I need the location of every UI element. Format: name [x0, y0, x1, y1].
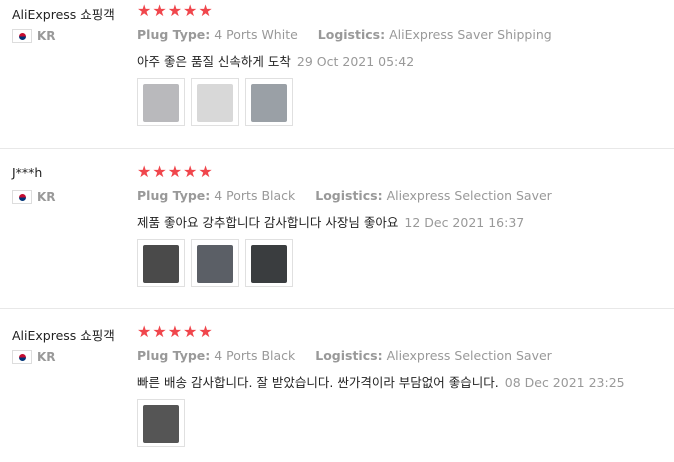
- review-item: J***h KR ★★★★★ Plug Type: 4 Ports Black …: [0, 148, 674, 309]
- kr-flag-icon: [12, 29, 32, 43]
- star-rating: ★★★★★: [137, 162, 214, 181]
- star-rating: ★★★★★: [137, 1, 214, 20]
- review-date: 12 Dec 2021 16:37: [404, 215, 525, 230]
- review-body: 아주 좋은 품질 신속하게 도착: [137, 54, 291, 69]
- review-text: 빠른 배송 감사합니다. 잘 받았습니다. 싼가격이라 부담없어 좋습니다. 08…: [137, 372, 625, 391]
- review-text: 제품 좋아요 강추합니다 감사합니다 사장님 좋아요 12 Dec 2021 16…: [137, 212, 524, 231]
- plug-type-label: Plug Type:: [137, 27, 211, 42]
- review-date: 08 Dec 2021 23:25: [504, 375, 625, 390]
- reviewer-name: AliExpress 쇼핑객: [12, 7, 115, 22]
- review-body: 제품 좋아요 강추합니다 감사합니다 사장님 좋아요: [137, 215, 399, 230]
- country-code: KR: [37, 350, 56, 364]
- review-text: 아주 좋은 품질 신속하게 도착 29 Oct 2021 05:42: [137, 51, 414, 70]
- review-attributes: Plug Type: 4 Ports Black Logistics: Alie…: [137, 188, 552, 203]
- country-code: KR: [37, 29, 56, 43]
- review-photo-thumbnail[interactable]: [137, 239, 185, 287]
- review-photos: [137, 78, 293, 126]
- review-photos: [137, 239, 293, 287]
- review-photo-thumbnail[interactable]: [245, 239, 293, 287]
- kr-flag-icon: [12, 350, 32, 364]
- review-attributes: Plug Type: 4 Ports Black Logistics: Alie…: [137, 348, 552, 363]
- logistics-label: Logistics:: [317, 27, 386, 42]
- reviewer-country: KR: [12, 189, 56, 205]
- review-item: AliExpress 쇼핑객 KR ★★★★★ Plug Type: 4 Por…: [0, 308, 674, 450]
- logistics-value: Aliexpress Selection Saver: [386, 188, 552, 203]
- review-photos: [137, 399, 185, 447]
- logistics-value: AliExpress Saver Shipping: [389, 27, 552, 42]
- reviewer-name: AliExpress 쇼핑객: [12, 328, 115, 343]
- review-attributes: Plug Type: 4 Ports White Logistics: AliE…: [137, 27, 552, 42]
- review-photo-thumbnail[interactable]: [191, 239, 239, 287]
- country-code: KR: [37, 190, 56, 204]
- plug-type-label: Plug Type:: [137, 188, 211, 203]
- logistics-label: Logistics:: [315, 348, 383, 363]
- star-rating: ★★★★★: [137, 322, 214, 341]
- plug-type-label: Plug Type:: [137, 348, 211, 363]
- review-photo-thumbnail[interactable]: [245, 78, 293, 126]
- review-photo-thumbnail[interactable]: [191, 78, 239, 126]
- logistics-value: Aliexpress Selection Saver: [386, 348, 552, 363]
- kr-flag-icon: [12, 190, 32, 204]
- reviewer-name: J***h: [12, 165, 43, 180]
- review-photo-thumbnail[interactable]: [137, 78, 185, 126]
- reviewer-country: KR: [12, 28, 56, 44]
- review-item: AliExpress 쇼핑객 KR ★★★★★ Plug Type: 4 Por…: [0, 0, 674, 148]
- review-photo-thumbnail[interactable]: [137, 399, 185, 447]
- reviewer-country: KR: [12, 349, 56, 365]
- plug-type-value: 4 Ports Black: [214, 348, 296, 363]
- review-body: 빠른 배송 감사합니다. 잘 받았습니다. 싼가격이라 부담없어 좋습니다.: [137, 375, 499, 390]
- review-date: 29 Oct 2021 05:42: [296, 54, 415, 69]
- logistics-label: Logistics:: [315, 188, 383, 203]
- plug-type-value: 4 Ports White: [214, 27, 298, 42]
- plug-type-value: 4 Ports Black: [214, 188, 296, 203]
